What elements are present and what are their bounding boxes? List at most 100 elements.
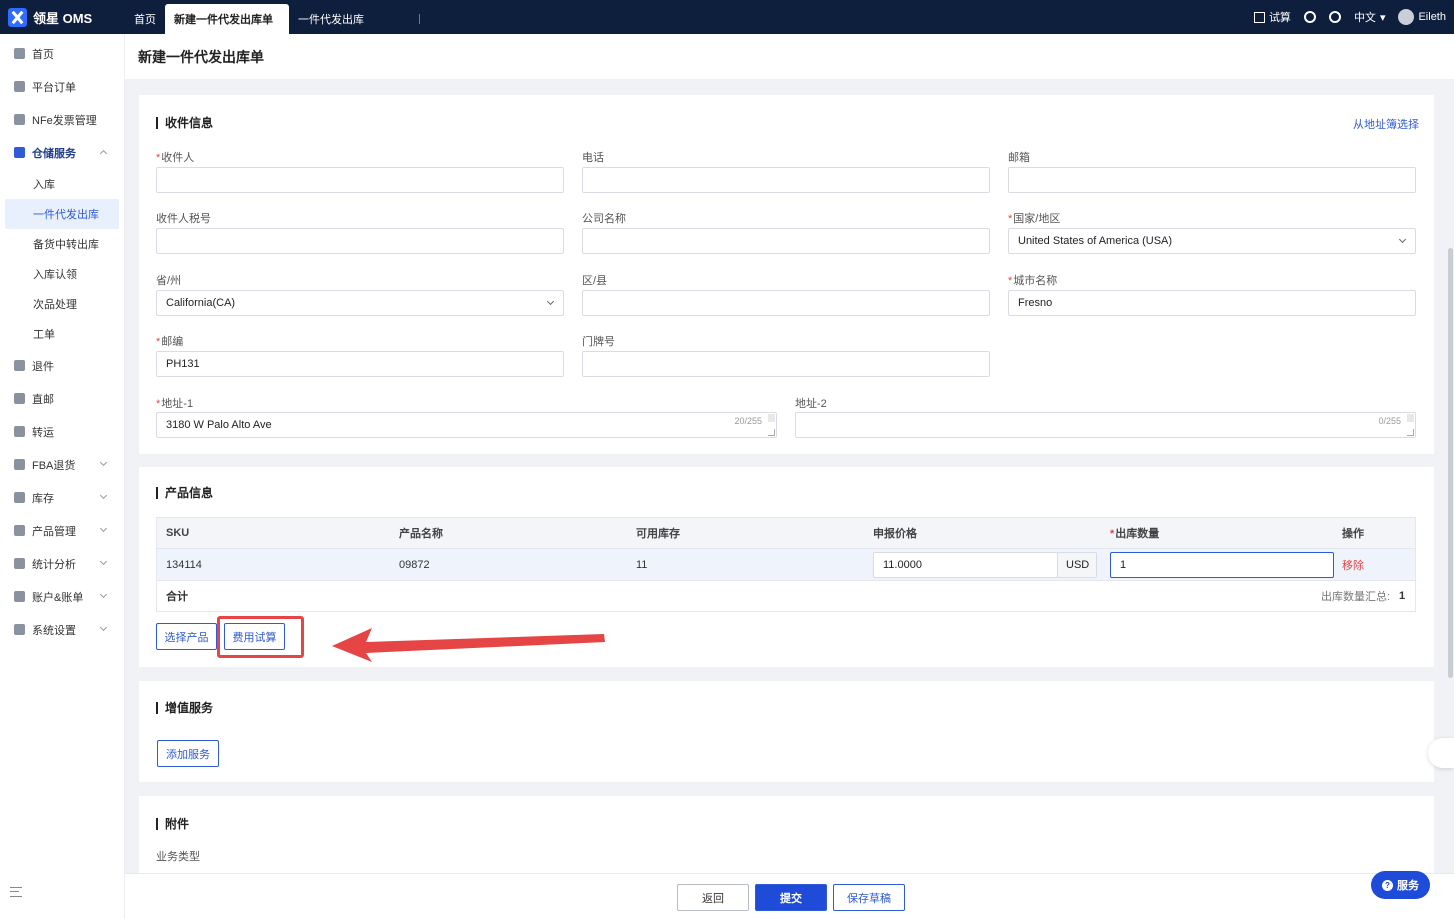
- sidebar-item-label: 首页: [32, 48, 54, 61]
- col-price: 申报价格: [873, 528, 917, 540]
- col-op: 操作: [1342, 528, 1364, 540]
- sidebar-sub-defect[interactable]: 次品处理: [0, 289, 124, 319]
- chevron-down-icon: [99, 623, 108, 632]
- house-number-input[interactable]: [582, 351, 990, 377]
- address-book-link[interactable]: 从地址簿选择: [1353, 116, 1419, 132]
- row-sku: 134114: [166, 558, 202, 571]
- select-product-button[interactable]: 选择产品: [156, 623, 217, 650]
- tax-id-input[interactable]: [156, 228, 564, 254]
- address1-counter: 20/255: [734, 416, 762, 426]
- scrollbar[interactable]: [1448, 248, 1453, 678]
- collapse-sidebar-icon[interactable]: [10, 887, 22, 897]
- row-name: 09872: [399, 558, 430, 571]
- home-icon: [14, 48, 25, 59]
- recipient-name-label: *收件人: [156, 152, 195, 164]
- sidebar-item-stats[interactable]: 统计分析: [0, 547, 124, 580]
- phone-input[interactable]: [582, 167, 990, 193]
- sidebar-sub-inbound-claim[interactable]: 入库认领: [0, 259, 124, 289]
- resize-handle[interactable]: [1407, 429, 1414, 436]
- page-header: 新建一件代发出库单: [125, 34, 1454, 79]
- row-stock: 11: [636, 558, 648, 571]
- tab-home[interactable]: 首页: [125, 4, 165, 34]
- product-section-title: 产品信息: [156, 487, 213, 499]
- invoice-icon: [14, 114, 25, 125]
- remove-link[interactable]: 移除: [1342, 557, 1364, 573]
- email-label: 邮箱: [1008, 152, 1030, 164]
- tax-id-label: 收件人税号: [156, 213, 211, 225]
- add-service-button[interactable]: 添加服务: [157, 740, 219, 767]
- download-icon[interactable]: [1303, 11, 1316, 23]
- sidebar-item-products[interactable]: 产品管理: [0, 514, 124, 547]
- chart-icon: [14, 558, 25, 569]
- attachment-card: 附件 业务类型: [139, 796, 1434, 876]
- sidebar-item-warehouse[interactable]: 仓储服务: [0, 136, 124, 169]
- product-table: SKU 产品名称 可用库存 申报价格 *出库数量 操作 134114 09872…: [156, 517, 1416, 612]
- col-sku: SKU: [166, 527, 190, 539]
- help-icon: ?: [1382, 879, 1393, 891]
- sidebar-item-transship[interactable]: 转运: [0, 415, 124, 448]
- chevron-up-icon: [99, 149, 108, 158]
- address1-textarea[interactable]: 3180 W Palo Alto Ave 20/255: [156, 412, 777, 438]
- sidebar-item-settings[interactable]: 系统设置: [0, 613, 124, 646]
- resize-handle[interactable]: [768, 429, 775, 436]
- sidebar-item-label: 系统设置: [32, 624, 76, 637]
- city-input[interactable]: Fresno: [1008, 290, 1416, 316]
- sidebar-item-nfe[interactable]: NFe发票管理: [0, 103, 124, 136]
- transship-icon: [14, 426, 25, 437]
- chevron-down-icon: [546, 297, 555, 306]
- sidebar-item-fba-returns[interactable]: FBA退货: [0, 448, 124, 481]
- chevron-down-icon: [99, 524, 108, 533]
- sidebar-sub-dropship-outbound[interactable]: 一件代发出库: [5, 199, 119, 229]
- phone-label: 电话: [582, 152, 604, 164]
- fba-icon: [14, 459, 25, 470]
- house-number-label: 门牌号: [582, 336, 615, 348]
- chevron-down-icon: [99, 557, 108, 566]
- sidebar-item-platform-orders[interactable]: 平台订单: [0, 70, 124, 103]
- table-header: SKU 产品名称 可用库存 申报价格 *出库数量 操作: [157, 518, 1415, 548]
- arrow-shape: [332, 628, 605, 662]
- sidebar-item-home[interactable]: 首页: [0, 37, 124, 70]
- sidebar-item-label: 仓储服务: [32, 147, 76, 160]
- avatar: [1398, 9, 1415, 25]
- sidebar-item-inventory[interactable]: 库存: [0, 481, 124, 514]
- back-button[interactable]: 返回: [677, 884, 749, 911]
- service-button[interactable]: ? 服务: [1371, 871, 1430, 899]
- state-select[interactable]: California(CA): [156, 290, 564, 316]
- company-input[interactable]: [582, 228, 990, 254]
- sidebar-item-billing[interactable]: 账户&账单: [0, 580, 124, 613]
- submit-button[interactable]: 提交: [755, 884, 827, 911]
- email-input[interactable]: [1008, 167, 1416, 193]
- tab-new-order[interactable]: 新建一件代发出库单: [165, 4, 289, 34]
- address2-counter: 0/255: [1378, 416, 1401, 426]
- price-input[interactable]: 11.0000: [873, 552, 1058, 578]
- fee-estimate-button[interactable]: 费用试算: [224, 623, 285, 650]
- settings-icon[interactable]: [1328, 11, 1341, 23]
- address2-textarea[interactable]: 0/255: [795, 412, 1416, 438]
- language-select[interactable]: 中文 ▾: [1354, 9, 1386, 25]
- sidebar-sub-transfer-outbound[interactable]: 备货中转出库: [0, 229, 124, 259]
- sidebar-item-direct-mail[interactable]: 直邮: [0, 382, 124, 415]
- sidebar-item-returns[interactable]: 退件: [0, 349, 124, 382]
- country-select[interactable]: United States of America (USA): [1008, 228, 1416, 254]
- table-row: 134114 09872 11 11.0000 USD 1 移除: [157, 548, 1415, 580]
- district-input[interactable]: [582, 290, 990, 316]
- annotation-arrow: [332, 628, 605, 662]
- spinner-icon: [1407, 414, 1414, 422]
- sidebar-sub-ticket[interactable]: 工单: [0, 319, 124, 349]
- tab-dropship-outbound[interactable]: 一件代发出库: [289, 4, 373, 34]
- spinner-icon: [768, 414, 775, 422]
- zip-input[interactable]: PH131: [156, 351, 564, 377]
- bottom-action-bar: 返回 提交 保存草稿: [125, 873, 1454, 919]
- sidebar-sub-inbound[interactable]: 入库: [0, 169, 124, 199]
- app-logo[interactable]: 领星 OMS: [0, 7, 125, 27]
- floating-assistant-tab[interactable]: [1428, 738, 1454, 768]
- sidebar-item-label: 转运: [32, 426, 54, 439]
- trial-calc-button[interactable]: 试算: [1253, 9, 1291, 25]
- recipient-section-title: 收件信息: [156, 117, 213, 129]
- service-label: 服务: [1397, 880, 1419, 892]
- user-menu[interactable]: Eileth: [1398, 9, 1446, 25]
- recipient-name-input[interactable]: [156, 167, 564, 193]
- save-draft-button[interactable]: 保存草稿: [833, 884, 905, 911]
- quantity-input[interactable]: 1: [1110, 552, 1334, 578]
- mail-icon: [14, 393, 25, 404]
